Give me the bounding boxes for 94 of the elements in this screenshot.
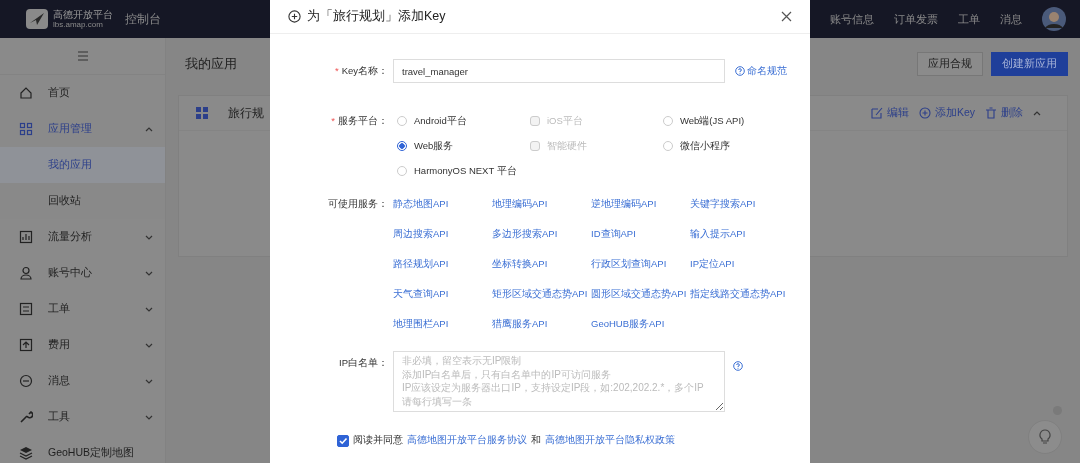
key-name-field[interactable]: travel_manager [393, 59, 725, 83]
service-link[interactable]: 指定线路交通态势API [690, 282, 789, 312]
menu-item-icon [19, 230, 33, 244]
sidebar-item[interactable]: 工单 [0, 291, 165, 327]
lightbulb-button[interactable] [1028, 420, 1062, 454]
form-label: IP白名单： [339, 357, 388, 368]
sidebar-item[interactable]: GeoHUB定制地图 [0, 435, 165, 463]
menu-icon [76, 51, 89, 61]
radio-option[interactable]: 微信小程序 [659, 134, 779, 158]
radio-option[interactable]: Web端(JS API) [659, 109, 779, 133]
sidebar-item[interactable]: 应用管理 [0, 111, 165, 147]
grid-icon [196, 107, 208, 119]
close-icon[interactable] [781, 11, 792, 22]
radio-option[interactable]: Android平台 [393, 109, 526, 133]
service-link[interactable]: 行政区划查询API [591, 252, 690, 282]
sidebar-subitem[interactable]: 我的应用 [0, 147, 165, 183]
console-link[interactable]: 控制台 [125, 10, 161, 28]
service-link[interactable]: 坐标转换API [492, 252, 591, 282]
chevron-up-icon[interactable] [1033, 110, 1041, 116]
service-link[interactable]: 逆地理编码API [591, 192, 690, 222]
logo-subtitle: lbs.amap.com [53, 20, 104, 29]
action-icon [870, 107, 883, 119]
menu-item-icon [19, 374, 33, 388]
service-link[interactable]: GeoHUB服务API [591, 312, 690, 342]
lightbulb-icon [1038, 429, 1052, 445]
naming-rules-link[interactable]: 命名规范 [735, 59, 787, 83]
nav-link[interactable]: 订单发票 [894, 11, 938, 27]
service-link[interactable]: IP定位API [690, 252, 789, 282]
sidebar-item[interactable]: 费用 [0, 327, 165, 363]
header-button[interactable]: 应用合规 [917, 52, 983, 76]
agreement-text: 阅读并同意 [353, 434, 403, 447]
service-link[interactable]: 多边形搜索API [492, 222, 591, 252]
card-action-link[interactable]: 添加Key [918, 106, 975, 120]
conjunction-text: 和 [531, 434, 541, 447]
required-mark: * [331, 115, 335, 126]
service-link[interactable]: 地理围栏API [393, 312, 492, 342]
help-icon [735, 66, 745, 76]
agreement-checkbox[interactable] [337, 434, 349, 447]
nav-link[interactable]: 工单 [958, 11, 980, 27]
menu-item-icon [19, 266, 33, 280]
dialog-title: 为「旅行规划」添加Key [307, 8, 446, 25]
sidebar-item[interactable]: 流量分析 [0, 219, 165, 255]
service-link[interactable]: 猎鹰服务API [492, 312, 591, 342]
radio-option[interactable]: Web服务 [393, 134, 526, 158]
add-icon [288, 10, 301, 23]
menu-item-icon [19, 122, 33, 136]
required-mark: * [334, 65, 339, 76]
service-link[interactable]: 地理编码API [492, 192, 591, 222]
header-button[interactable]: 创建新应用 [991, 52, 1068, 76]
service-link[interactable]: 输入提示API [690, 222, 789, 252]
action-icon [918, 107, 931, 119]
help-icon [733, 361, 743, 371]
menu-item-icon [19, 302, 33, 316]
service-link[interactable]: 关键字搜索API [690, 192, 789, 222]
service-link[interactable]: 周边搜索API [393, 222, 492, 252]
avatar [1042, 7, 1066, 31]
menu-item-icon [19, 338, 33, 352]
logo-title: 高德开放平台 [53, 9, 113, 20]
sidebar-item[interactable]: 消息 [0, 363, 165, 399]
chevron-down-icon [145, 378, 153, 384]
sidebar-item[interactable]: 账号中心 [0, 255, 165, 291]
ip-whitelist-field[interactable] [393, 351, 725, 412]
service-link[interactable]: 天气查询API [393, 282, 492, 312]
chevron-down-icon [145, 270, 153, 276]
chevron-down-icon [145, 234, 153, 240]
chevron-down-icon [145, 306, 153, 312]
form-label: 服务平台： [338, 115, 388, 126]
service-link[interactable]: ID查询API [591, 222, 690, 252]
form-label: 可使用服务： [328, 198, 388, 209]
radio-option[interactable]: HarmonyOS NEXT 平台 [393, 159, 526, 183]
nav-link[interactable]: 消息 [1000, 11, 1022, 27]
radio-circle[interactable] [397, 141, 407, 151]
card-action-link[interactable]: 删除 [985, 106, 1023, 120]
terms-link[interactable]: 高德地图开放平台服务协议 [407, 434, 527, 447]
menu-item-icon [19, 446, 33, 460]
chevron-down-icon [145, 414, 153, 420]
menu-item-icon [19, 410, 33, 424]
logo-icon [25, 8, 49, 30]
page-title: 我的应用 [185, 55, 237, 73]
chevron-up-icon [145, 126, 153, 132]
sidebar-item[interactable]: 首页 [0, 75, 165, 111]
menu-item-icon [19, 86, 33, 100]
form-label: Key名称： [341, 65, 388, 76]
action-icon [985, 107, 997, 119]
nav-link[interactable]: 账号信息 [830, 11, 874, 27]
service-link[interactable]: 静态地图API [393, 192, 492, 222]
service-link[interactable]: 路径规划API [393, 252, 492, 282]
service-link[interactable]: 圆形区域交通态势API [591, 282, 690, 312]
card-action-link[interactable]: 编辑 [870, 106, 909, 120]
app-name: 旅行规 [228, 104, 264, 122]
privacy-link[interactable]: 高德地图开放平台隐私权政策 [545, 434, 675, 447]
service-link[interactable]: 矩形区域交通态势API [492, 282, 591, 312]
sidebar-item[interactable]: 工具 [0, 399, 165, 435]
chevron-down-icon [145, 342, 153, 348]
